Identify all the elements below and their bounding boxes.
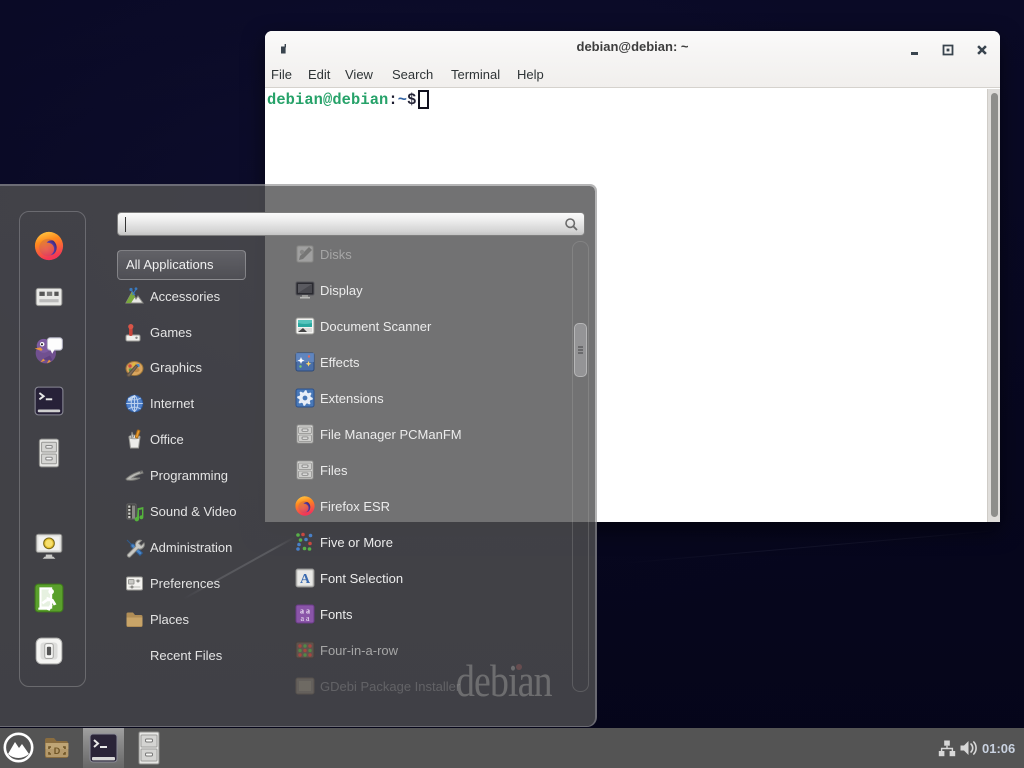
svg-text:a a: a a bbox=[300, 614, 310, 623]
svg-text:A: A bbox=[300, 572, 311, 587]
svg-text:D: D bbox=[54, 746, 61, 756]
